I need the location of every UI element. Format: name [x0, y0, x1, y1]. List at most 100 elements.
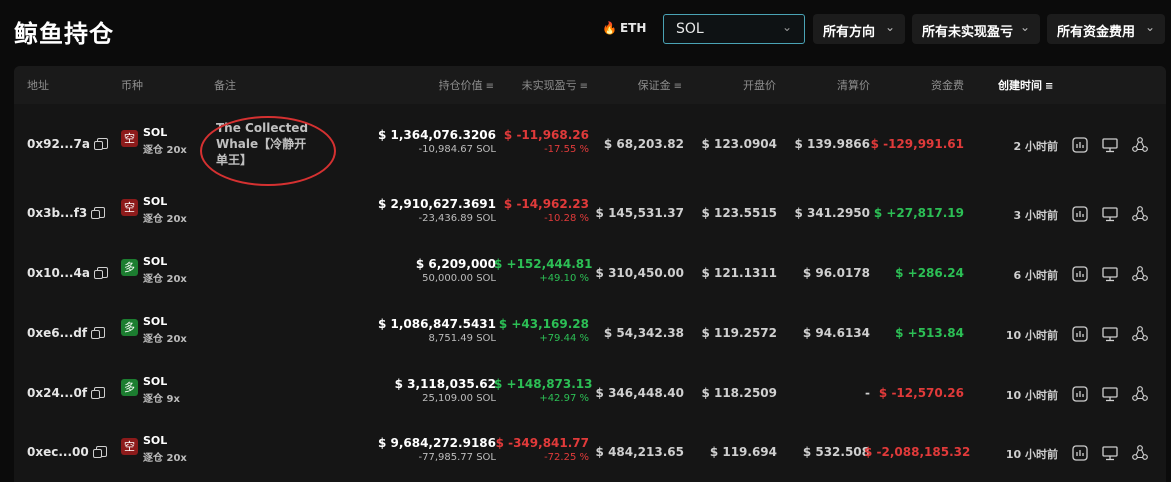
entry-price: $ 119.694	[709, 445, 777, 459]
copy-icon[interactable]	[91, 387, 106, 399]
address-cell[interactable]: 0x3b...f3	[27, 206, 106, 220]
symbol-value: SOL	[676, 21, 704, 37]
chart-icon[interactable]	[1071, 136, 1089, 154]
monitor-icon[interactable]	[1101, 325, 1119, 343]
chart-icon[interactable]	[1071, 325, 1089, 343]
pnl-filter-label: 所有未实现盈亏	[922, 25, 1014, 40]
share-icon[interactable]	[1131, 385, 1149, 403]
share-icon[interactable]	[1131, 136, 1149, 154]
chart-icon[interactable]	[1071, 444, 1089, 462]
position-value: $ 1,364,076.3206	[377, 128, 496, 142]
page-header: 鲸鱼持仓 🔥 ETH SOL ⌄ 所有方向 ⌄ 所有未实现盈亏 ⌄ 所有资金费用 …	[0, 0, 1171, 62]
coin-name: SOL	[143, 375, 168, 388]
col-coin: 币种	[121, 79, 143, 92]
position-size: -77,985.77 SOL	[418, 452, 496, 463]
address-cell[interactable]: 0xec...00	[27, 445, 107, 459]
position-size: 8,751.49 SOL	[428, 333, 497, 344]
monitor-icon[interactable]	[1101, 385, 1119, 403]
unrealized-pnl: $ -14,962.23	[503, 197, 589, 211]
monitor-icon[interactable]	[1101, 444, 1119, 462]
coin-name: SOL	[143, 126, 168, 139]
position-value: $ 2,910,627.3691	[377, 197, 496, 211]
address-cell[interactable]: 0x92...7a	[27, 137, 108, 151]
coin-name: SOL	[143, 255, 168, 268]
margin-value: $ 54,342.38	[603, 326, 684, 340]
unrealized-pnl: $ +43,169.28	[498, 317, 589, 331]
funding-fee: $ +513.84	[895, 326, 964, 340]
address-text: 0x3b...f3	[27, 206, 88, 220]
sort-icon: ≡	[1045, 81, 1054, 92]
chart-icon[interactable]	[1071, 265, 1089, 283]
col-margin-sort[interactable]: 保证金 ≡	[614, 77, 682, 93]
funding-fee: $ +286.24	[895, 266, 964, 280]
side-badge: 空	[121, 199, 138, 216]
share-icon[interactable]	[1131, 265, 1149, 283]
coin-name: SOL	[143, 315, 168, 328]
side-badge: 多	[121, 379, 138, 396]
unrealized-pnl: $ +152,444.81	[494, 257, 593, 271]
chevron-down-icon: ⌄	[781, 20, 792, 34]
margin-value: $ 346,448.40	[595, 386, 684, 400]
side-badge: 空	[121, 130, 138, 147]
copy-icon[interactable]	[91, 207, 106, 219]
unrealized-pnl-pct: -72.25 %	[544, 452, 589, 463]
coin-name: SOL	[143, 195, 168, 208]
share-icon[interactable]	[1131, 325, 1149, 343]
monitor-icon[interactable]	[1101, 265, 1119, 283]
chevron-down-icon: ⌄	[1144, 20, 1155, 34]
chart-icon[interactable]	[1071, 205, 1089, 223]
address-cell[interactable]: 0x10...4a	[27, 266, 108, 280]
copy-icon[interactable]	[91, 327, 106, 339]
col-liq: 清算价	[837, 79, 870, 92]
unrealized-pnl-pct: +42.97 %	[539, 393, 589, 404]
entry-price: $ 123.0904	[701, 137, 777, 151]
share-icon[interactable]	[1131, 444, 1149, 462]
address-text: 0xec...00	[27, 445, 89, 459]
monitor-icon[interactable]	[1101, 136, 1119, 154]
monitor-icon[interactable]	[1101, 205, 1119, 223]
created-time: 10 小时前	[1005, 389, 1058, 402]
sort-icon: ≡	[673, 81, 682, 92]
sort-icon: ≡	[579, 81, 588, 92]
chart-icon[interactable]	[1071, 385, 1089, 403]
col-created-sort[interactable]: 创建时间 ≡	[998, 77, 1053, 93]
col-value: 持仓价值	[438, 79, 483, 92]
col-pnl-sort[interactable]: 未实现盈亏 ≡	[504, 77, 588, 93]
pnl-filter[interactable]: 所有未实现盈亏 ⌄	[912, 14, 1040, 44]
direction-filter[interactable]: 所有方向 ⌄	[813, 14, 905, 44]
margin-mode: 逐仓 20x	[143, 453, 187, 464]
symbol-select[interactable]: SOL ⌄	[663, 14, 805, 44]
col-value-sort[interactable]: 持仓价值 ≡	[414, 77, 494, 93]
margin-mode: 逐仓 20x	[143, 334, 187, 345]
margin-mode: 逐仓 9x	[143, 394, 180, 405]
created-time: 2 小时前	[1013, 140, 1058, 153]
eth-label: ETH	[619, 21, 647, 35]
unrealized-pnl-pct: +49.10 %	[539, 273, 589, 284]
eth-quick-button[interactable]: 🔥 ETH	[602, 21, 646, 35]
whale-positions-table: 地址 币种 备注 持仓价值 ≡ 未实现盈亏 ≡ 保证金 ≡ 开盘价 清算价 资金费 创…	[14, 66, 1166, 482]
copy-icon[interactable]	[93, 267, 108, 279]
unrealized-pnl: $ +148,873.13	[494, 377, 593, 391]
copy-icon[interactable]	[93, 138, 108, 150]
liquidation-price: $ 96.0178	[802, 266, 870, 280]
created-time: 10 小时前	[1005, 329, 1058, 342]
coin-name: SOL	[143, 434, 168, 447]
position-size: 25,109.00 SOL	[422, 393, 496, 404]
copy-icon[interactable]	[92, 446, 107, 458]
unrealized-pnl-pct: -10.28 %	[544, 213, 589, 224]
margin-mode: 逐仓 20x	[143, 145, 187, 156]
funding-fee: $ -129,991.61	[870, 137, 964, 151]
flame-icon: 🔥	[602, 21, 617, 35]
margin-value: $ 484,213.65	[595, 445, 684, 459]
address-text: 0x92...7a	[27, 137, 90, 151]
position-size: -23,436.89 SOL	[418, 213, 496, 224]
margin-mode: 逐仓 20x	[143, 274, 187, 285]
liquidation-price: -	[865, 386, 870, 400]
share-icon[interactable]	[1131, 205, 1149, 223]
created-time: 3 小时前	[1013, 209, 1058, 222]
address-cell[interactable]: 0xe6...df	[27, 326, 106, 340]
address-cell[interactable]: 0x24...0f	[27, 386, 106, 400]
liquidation-price: $ 139.9866	[794, 137, 870, 151]
liquidation-price: $ 94.6134	[802, 326, 870, 340]
funding-filter[interactable]: 所有资金费用 ⌄	[1047, 14, 1165, 44]
